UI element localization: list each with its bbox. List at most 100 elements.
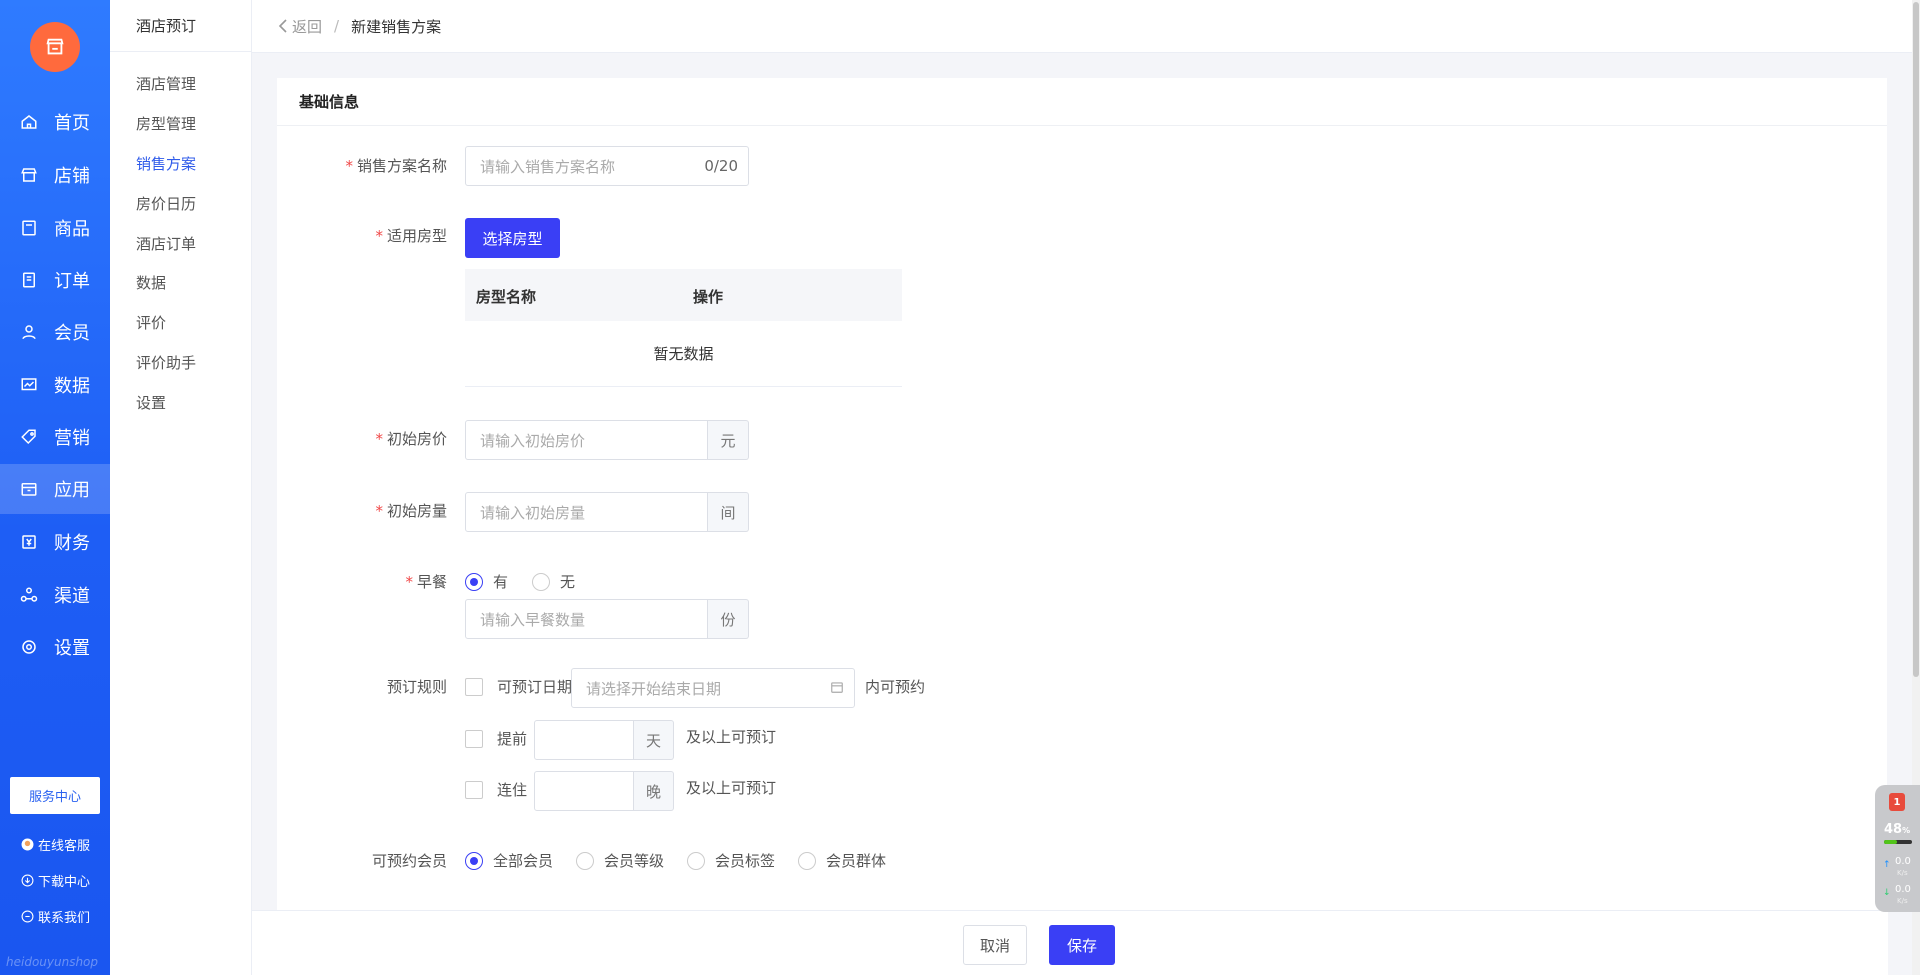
advance-booking-checkbox[interactable]: 提前: [465, 728, 527, 749]
member-tag-radio[interactable]: 会员标签: [687, 850, 775, 871]
column-action: 操作: [693, 288, 724, 306]
subnav-item-hotel-manage[interactable]: 酒店管理: [136, 73, 196, 94]
subnav-item-reviews[interactable]: 评价: [136, 312, 166, 333]
table-empty: 暂无数据: [465, 321, 902, 387]
date-suffix-text: 内可预约: [865, 678, 926, 696]
form-card: 基础信息 * 销售方案名称 请输入销售方案名称 0/20 * 适用房型 选择房型 房…: [277, 78, 1887, 910]
initial-rooms-label: * 初始房量: [375, 502, 447, 520]
nav-item-label: 营销: [54, 428, 90, 449]
subnav-item-review-assistant[interactable]: 评价助手: [136, 352, 196, 373]
service-center-button[interactable]: 服务中心: [10, 777, 100, 814]
required-mark: *: [375, 430, 383, 448]
document-icon: [20, 271, 38, 289]
memory-percent: 48%: [1884, 822, 1911, 837]
sub-nav: 酒店预订 酒店管理 房型管理 销售方案 房价日历 酒店订单 数据 评价 评价助手…: [110, 0, 252, 975]
nav-item-finance[interactable]: 财务: [0, 517, 110, 567]
price-unit: 元: [708, 420, 749, 460]
nav-item-label: 首页: [54, 113, 90, 134]
advance-suffix-text: 及以上可预订: [686, 728, 777, 746]
booking-rules-label: 预订规则: [386, 678, 447, 696]
required-mark: *: [405, 573, 413, 591]
cancel-button[interactable]: 取消: [963, 925, 1027, 965]
breadcrumb: 返回 / 新建销售方案: [252, 0, 1914, 53]
download-arrow-icon: ↓: [1883, 888, 1891, 898]
breakfast-no-radio[interactable]: 无: [532, 571, 575, 592]
subnav-title: 酒店预订: [110, 0, 251, 52]
home-icon: [20, 113, 38, 131]
days-unit: 天: [634, 720, 674, 760]
select-room-type-button[interactable]: 选择房型: [465, 218, 560, 258]
members-label: 可预约会员: [371, 852, 447, 870]
subnav-item-sales-plan[interactable]: 销售方案: [136, 153, 196, 174]
consecutive-stay-checkbox[interactable]: 连住: [465, 779, 527, 800]
subnav-item-settings[interactable]: 设置: [136, 392, 166, 413]
download-center-link[interactable]: 下载中心: [20, 871, 90, 890]
rooms-unit: 间: [708, 492, 749, 532]
download-icon: [20, 874, 34, 888]
nav-item-marketing[interactable]: 营销: [0, 412, 110, 462]
scrollbar-thumb[interactable]: [1913, 2, 1919, 677]
back-link[interactable]: 返回: [278, 16, 322, 37]
subnav-item-room-type[interactable]: 房型管理: [136, 113, 196, 134]
save-button[interactable]: 保存: [1049, 925, 1115, 965]
nav-item-label: 订单: [54, 271, 90, 292]
nav-item-orders[interactable]: 订单: [0, 255, 110, 305]
download-speed: 0.0: [1895, 884, 1911, 895]
nav-item-data[interactable]: 数据: [0, 360, 110, 410]
nav-item-home[interactable]: 首页: [0, 97, 110, 147]
online-support-link[interactable]: 在线客服: [20, 835, 90, 854]
watermark: heidouyunshop: [6, 955, 99, 969]
char-count: 0/20: [704, 157, 738, 175]
member-level-radio[interactable]: 会员等级: [576, 850, 664, 871]
memory-bar-fill: [1884, 840, 1898, 844]
store-logo-icon[interactable]: [30, 22, 80, 72]
initial-price-label: * 初始房价: [375, 430, 447, 448]
nav-item-members[interactable]: 会员: [0, 307, 110, 357]
gear-icon: [20, 638, 38, 656]
nav-item-label: 应用: [54, 480, 90, 501]
required-mark: *: [375, 502, 383, 520]
nav-item-label: 数据: [54, 376, 90, 397]
shield-icon: 1: [1889, 793, 1905, 811]
chevron-left-icon: [278, 19, 288, 33]
memory-bar: [1884, 840, 1912, 844]
nights-unit: 晚: [634, 771, 674, 811]
date-range-input[interactable]: 请选择开始结束日期: [571, 668, 855, 708]
stay-nights-input[interactable]: [534, 771, 634, 811]
chat-icon: [20, 910, 34, 924]
nav-item-channels[interactable]: 渠道: [0, 570, 110, 620]
breakfast-count-input[interactable]: 请输入早餐数量: [465, 599, 708, 639]
box-icon: [20, 480, 38, 498]
upload-speed: 0.0: [1895, 856, 1911, 867]
breakfast-label: * 早餐: [405, 573, 447, 591]
calendar-icon: [830, 680, 844, 694]
required-mark: *: [345, 157, 353, 175]
network-monitor-widget[interactable]: 1 48% ↑ 0.0 K/s ↓ 0.0 K/s: [1875, 785, 1920, 912]
nav-item-settings[interactable]: 设置: [0, 622, 110, 672]
nav-item-store[interactable]: 店铺: [0, 150, 110, 200]
bookable-date-checkbox[interactable]: 可预订日期: [465, 676, 572, 697]
room-table-header: 房型名称 操作: [465, 269, 902, 321]
nav-item-label: 设置: [54, 638, 90, 659]
nav-item-goods[interactable]: 商品: [0, 203, 110, 253]
plan-name-input[interactable]: 请输入销售方案名称 0/20: [465, 146, 749, 186]
contact-us-link[interactable]: 联系我们: [20, 907, 90, 926]
member-group-radio[interactable]: 会员群体: [798, 850, 886, 871]
initial-price-input[interactable]: 请输入初始房价: [465, 420, 708, 460]
nav-item-label: 店铺: [54, 166, 90, 187]
column-room-name: 房型名称: [476, 288, 537, 306]
stay-suffix-text: 及以上可预订: [686, 779, 777, 797]
advance-days-input[interactable]: [534, 720, 634, 760]
finance-icon: [20, 533, 38, 551]
member-all-radio[interactable]: 全部会员: [465, 850, 553, 871]
subnav-item-price-calendar[interactable]: 房价日历: [136, 193, 196, 214]
tag-icon: [20, 428, 38, 446]
subnav-item-data[interactable]: 数据: [136, 272, 166, 293]
subnav-item-hotel-orders[interactable]: 酒店订单: [136, 233, 196, 254]
initial-rooms-input[interactable]: 请输入初始房量: [465, 492, 708, 532]
nav-item-label: 会员: [54, 323, 90, 344]
nav-item-apps[interactable]: 应用: [0, 464, 110, 514]
upload-unit: K/s: [1897, 869, 1908, 877]
store-icon: [20, 166, 38, 184]
breakfast-yes-radio[interactable]: 有: [465, 571, 508, 592]
